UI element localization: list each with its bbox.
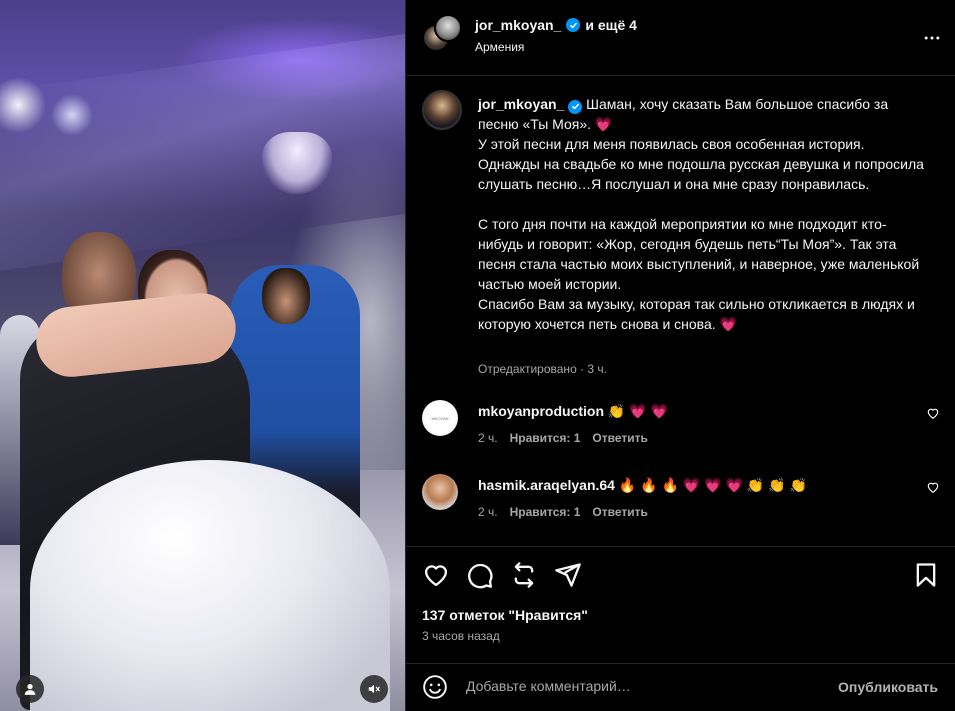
emoji-icon [423, 675, 447, 699]
comment-body: hasmik.araqelyan.64 🔥 🔥 🔥 💗 💗 💗 👏 👏 👏 [478, 477, 807, 494]
comment-time[interactable]: 2 ч. [478, 505, 498, 519]
comment-icon [468, 563, 493, 589]
comment-button[interactable] [466, 561, 494, 589]
comment-meta: 2 ч. Нравится: 1 Ответить [478, 431, 648, 445]
comments-scroll-area[interactable]: jor_mkoyan_ Шаман, хочу сказать Вам боль… [406, 76, 955, 546]
comment-body: mkoyanproduction 👏 💗 💗 [478, 403, 668, 420]
caption-meta: Отредактировано · 3 ч. [478, 362, 607, 376]
post-actions: 137 отметок "Нравится" 3 часов назад [406, 546, 955, 656]
caption: jor_mkoyan_ Шаман, хочу сказать Вам боль… [478, 94, 928, 334]
caption-username[interactable]: jor_mkoyan_ [478, 96, 564, 112]
send-icon [555, 563, 581, 587]
comment-text: 🔥 🔥 🔥 💗 💗 💗 👏 👏 👏 [618, 477, 807, 493]
comment-meta: 2 ч. Нравится: 1 Ответить [478, 505, 648, 519]
caption-text: Шаман, хочу сказать Вам большое спасибо … [478, 96, 924, 332]
media-singer-head [262, 268, 310, 324]
caption-author-avatar[interactable] [422, 90, 462, 130]
comment-username[interactable]: mkoyanproduction [478, 403, 604, 419]
reply-button[interactable]: Ответить [592, 505, 647, 519]
reply-button[interactable]: Ответить [592, 431, 647, 445]
comment-avatar[interactable]: MKOYAN [422, 400, 458, 436]
mute-button[interactable] [360, 675, 388, 703]
comment-composer: Опубликовать [406, 663, 955, 711]
repost-icon [514, 562, 534, 588]
post-time[interactable]: 3 часов назад [422, 629, 500, 643]
bookmark-icon [916, 563, 936, 587]
user-icon [24, 684, 36, 695]
publish-button[interactable]: Опубликовать [838, 679, 938, 695]
comment-likes[interactable]: Нравится: 1 [510, 505, 581, 519]
likes-count[interactable]: 137 отметок "Нравится" [422, 607, 588, 623]
header-username[interactable]: jor_mkoyan_ [475, 17, 561, 33]
media-ceiling [0, 23, 405, 277]
heart-icon [927, 482, 939, 493]
repost-button[interactable] [510, 561, 538, 589]
heart-icon [927, 408, 939, 419]
verified-badge-icon [566, 18, 581, 32]
collab-avatars[interactable] [422, 14, 462, 54]
save-button[interactable] [912, 561, 940, 589]
collab-others-link[interactable]: и ещё 4 [585, 17, 637, 33]
verified-badge-icon [568, 99, 583, 114]
header-author: jor_mkoyan_ и ещё 4 [475, 17, 637, 33]
like-button[interactable] [422, 561, 450, 589]
post-details-panel: jor_mkoyan_ и ещё 4 Армения jor_mkoyan_ … [405, 0, 955, 711]
location-link[interactable]: Армения [475, 40, 524, 54]
more-horizontal-icon [924, 36, 940, 40]
comment-like-button[interactable] [926, 480, 940, 494]
comment-likes[interactable]: Нравится: 1 [510, 431, 581, 445]
comment-time[interactable]: 2 ч. [478, 431, 498, 445]
post-header: jor_mkoyan_ и ещё 4 Армения [406, 0, 955, 76]
avatar[interactable] [434, 14, 462, 42]
comment-item: MKOYAN mkoyanproduction 👏 💗 💗 2 ч. Нрави… [406, 400, 955, 470]
svg-text:MKOYAN: MKOYAN [431, 416, 448, 421]
comment-username[interactable]: hasmik.araqelyan.64 [478, 477, 615, 493]
tagged-users-button[interactable] [16, 675, 44, 703]
comment-avatar[interactable] [422, 474, 458, 510]
post-media[interactable] [0, 0, 405, 711]
volume-muted-icon [368, 684, 380, 694]
more-options-button[interactable] [920, 26, 944, 50]
share-button[interactable] [554, 561, 582, 589]
heart-icon [424, 565, 448, 587]
media-chandelier [262, 132, 332, 194]
comment-text: 👏 💗 💗 [607, 403, 668, 419]
comment-like-button[interactable] [926, 406, 940, 420]
media-bride-dress [30, 460, 390, 711]
comment-input[interactable] [466, 678, 806, 694]
comment-item: hasmik.araqelyan.64 🔥 🔥 🔥 💗 💗 💗 👏 👏 👏 2 … [406, 474, 955, 544]
emoji-button[interactable] [422, 674, 448, 700]
